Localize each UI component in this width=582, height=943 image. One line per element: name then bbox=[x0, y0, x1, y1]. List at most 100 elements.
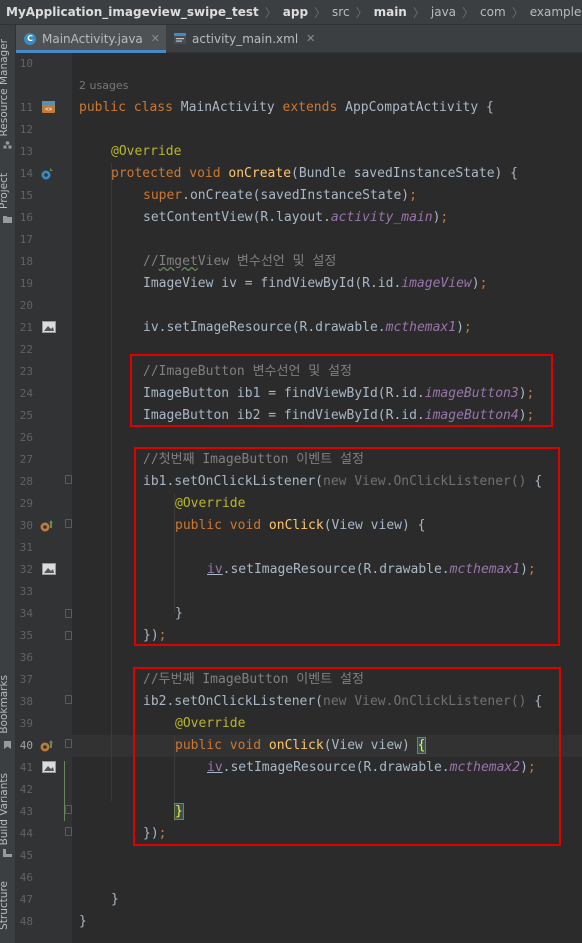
image-preview-icon[interactable] bbox=[42, 321, 56, 333]
line-number: 24 bbox=[19, 387, 33, 400]
breadcrumb: MyApplication_imageview_swipe_test 〉 app 〉… bbox=[0, 0, 582, 25]
java-class-icon: C bbox=[24, 32, 36, 45]
line-number: 34 bbox=[19, 607, 33, 620]
breadcrumb-main[interactable]: main bbox=[374, 5, 407, 19]
build-variants-tool[interactable]: Build Variants bbox=[0, 773, 10, 845]
annotation-box-imagebutton-declaration bbox=[130, 354, 553, 427]
chevron-right-icon: 〉 bbox=[314, 5, 327, 20]
breadcrumb-java[interactable]: java bbox=[431, 5, 456, 19]
line-number: 44 bbox=[19, 827, 33, 840]
code-line-14: protected void onCreate(Bundle savedInst… bbox=[111, 166, 519, 181]
xml-layout-icon bbox=[174, 33, 186, 44]
line-number: 25 bbox=[19, 409, 33, 422]
line-number: 47 bbox=[19, 893, 33, 906]
line-number: 17 bbox=[19, 233, 33, 246]
left-tool-strip: Resource Manager Project Bookmarks Build… bbox=[0, 25, 16, 943]
line-number: 36 bbox=[19, 651, 33, 664]
line-number: 31 bbox=[19, 541, 33, 554]
tab-label: MainActivity.java bbox=[42, 31, 143, 46]
override-method-icon[interactable] bbox=[40, 167, 54, 181]
implements-method-icon[interactable] bbox=[40, 739, 54, 753]
editor-gutter[interactable]: 10 11 12 13 14 15 16 17 18 19 20 21 22 2… bbox=[16, 53, 72, 943]
line-number: 13 bbox=[19, 145, 33, 158]
line-number: 38 bbox=[19, 695, 33, 708]
folder-icon[interactable] bbox=[3, 215, 12, 223]
breadcrumb-app[interactable]: app bbox=[283, 5, 308, 19]
line-number: 10 bbox=[19, 57, 33, 70]
line-number: 19 bbox=[19, 277, 33, 290]
code-line-15: super.onCreate(savedInstanceState); bbox=[143, 188, 417, 203]
line-number: 22 bbox=[19, 343, 33, 356]
line-number: 43 bbox=[19, 805, 33, 818]
line-number: 35 bbox=[19, 629, 33, 642]
fold-marker[interactable] bbox=[65, 519, 72, 528]
breadcrumb-example[interactable]: example bbox=[530, 5, 582, 19]
tab-activity-main-xml[interactable]: activity_main.xml ✕ bbox=[166, 25, 321, 52]
close-icon[interactable]: ✕ bbox=[306, 32, 315, 45]
line-number: 14 bbox=[19, 167, 33, 180]
chevron-right-icon: 〉 bbox=[355, 5, 368, 20]
line-number: 28 bbox=[19, 475, 33, 488]
resource-manager-icon[interactable] bbox=[3, 141, 12, 149]
line-number: 16 bbox=[19, 211, 33, 224]
android-activity-icon[interactable]: <> bbox=[40, 100, 57, 114]
fold-marker[interactable] bbox=[65, 827, 72, 836]
fold-marker[interactable] bbox=[65, 631, 72, 640]
line-number: 15 bbox=[19, 189, 33, 202]
fold-marker[interactable] bbox=[65, 695, 72, 704]
line-number: 23 bbox=[19, 365, 33, 378]
usages-hint[interactable]: 2 usages bbox=[79, 75, 128, 97]
line-number: 37 bbox=[19, 673, 33, 686]
line-number: 29 bbox=[19, 497, 33, 510]
resource-manager-tool[interactable]: Resource Manager bbox=[0, 39, 10, 137]
fold-marker[interactable] bbox=[65, 609, 72, 618]
image-preview-icon[interactable] bbox=[42, 563, 56, 575]
breadcrumb-com[interactable]: com bbox=[480, 5, 506, 19]
close-icon[interactable]: ✕ bbox=[151, 32, 160, 45]
line-number-current: 40 bbox=[19, 739, 33, 752]
bookmark-icon[interactable] bbox=[3, 741, 12, 749]
line-number: 27 bbox=[19, 453, 33, 466]
line-number: 48 bbox=[19, 915, 33, 928]
chevron-right-icon: 〉 bbox=[412, 5, 425, 20]
structure-tool[interactable]: Structure bbox=[0, 881, 10, 930]
tab-mainactivity-java[interactable]: C MainActivity.java ✕ bbox=[16, 25, 166, 53]
line-number: 42 bbox=[19, 783, 33, 796]
code-line-16: setContentView(R.layout.activity_main); bbox=[143, 210, 449, 225]
chevron-right-icon: 〉 bbox=[511, 5, 524, 20]
line-number: 39 bbox=[19, 717, 33, 730]
code-line-19: ImageView iv = findViewById(R.id.imageVi… bbox=[143, 276, 488, 291]
annotation-box-ib1-listener bbox=[134, 447, 560, 646]
line-number: 45 bbox=[19, 849, 33, 862]
indent-guide bbox=[111, 163, 112, 801]
code-line-18: //ImgetView 변수선언 및 설정 bbox=[143, 254, 337, 269]
source-code[interactable]: 2 usages public class MainActivity exten… bbox=[72, 53, 542, 929]
project-tool[interactable]: Project bbox=[0, 173, 10, 209]
tab-label: activity_main.xml bbox=[192, 31, 299, 46]
line-number: 32 bbox=[19, 563, 33, 576]
bookmarks-tool[interactable]: Bookmarks bbox=[0, 675, 10, 734]
code-line-11: public class MainActivity extends AppCom… bbox=[79, 100, 494, 115]
image-preview-icon[interactable] bbox=[42, 761, 56, 773]
build-variants-icon[interactable] bbox=[3, 849, 12, 857]
line-number: 26 bbox=[19, 431, 33, 444]
breadcrumb-src[interactable]: src bbox=[332, 5, 350, 19]
code-line-13: @Override bbox=[111, 144, 182, 159]
implements-method-icon[interactable] bbox=[40, 519, 54, 533]
line-number: 46 bbox=[19, 871, 33, 884]
fold-range-line bbox=[64, 761, 65, 821]
code-line-21: iv.setImageResource(R.drawable.mcthemax1… bbox=[143, 320, 472, 335]
fold-marker[interactable] bbox=[65, 805, 72, 814]
chevron-right-icon: 〉 bbox=[462, 5, 475, 20]
svg-text:<>: <> bbox=[45, 106, 53, 113]
fold-marker[interactable] bbox=[65, 475, 72, 484]
breadcrumb-project[interactable]: MyApplication_imageview_swipe_test bbox=[6, 5, 259, 19]
code-line-47: } bbox=[111, 892, 119, 907]
line-number: 41 bbox=[19, 761, 33, 774]
annotation-box-ib2-listener bbox=[133, 667, 561, 846]
fold-marker[interactable] bbox=[65, 739, 72, 748]
line-number: 12 bbox=[19, 123, 33, 136]
line-number: 18 bbox=[19, 255, 33, 268]
line-number: 20 bbox=[19, 299, 33, 312]
line-number: 21 bbox=[19, 321, 33, 334]
